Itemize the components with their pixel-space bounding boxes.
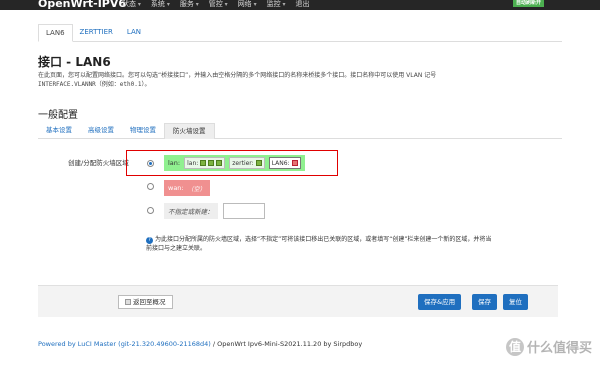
subtab-advanced[interactable]: 高级设置 xyxy=(80,123,122,139)
watermark-text: 什么值得买 xyxy=(526,341,592,356)
tab-lan6[interactable]: LAN6 xyxy=(38,24,73,42)
radio-zone-wan[interactable] xyxy=(147,183,154,190)
footer-text: / OpenWrt Ipv6-Mini-S2021.11.20 by Sirpd… xyxy=(210,340,363,348)
tab-zerttier[interactable]: ZERTTIER xyxy=(73,24,120,42)
highlight-box xyxy=(126,150,338,176)
reset-button[interactable]: 复位 xyxy=(503,294,528,310)
footer: Powered by LuCI Master (git-21.320.49600… xyxy=(38,340,362,348)
back-button-label: 返回至概况 xyxy=(133,298,166,306)
watermark: 值 什么值得买 xyxy=(505,337,592,356)
firewall-zone-label: 创建/分配防火墙区域 xyxy=(68,159,129,167)
menu-network[interactable]: 网络 xyxy=(238,0,257,9)
top-navbar: OpenWrt-IPV6 状态 系统 服务 管控 网络 监控 退出 自动刷新开 xyxy=(0,0,600,10)
subtab-physical[interactable]: 物理设置 xyxy=(122,123,164,139)
info-icon: ? xyxy=(146,237,153,244)
zone-new-label: 不指定或新建： xyxy=(168,208,214,216)
menu-system[interactable]: 系统 xyxy=(151,0,170,9)
save-apply-button[interactable]: 保存&应用 xyxy=(418,294,462,310)
menu-logout[interactable]: 退出 xyxy=(296,0,310,9)
config-subtabs: 基本设置 高级设置 物理设置 防火墙设置 xyxy=(38,123,562,139)
top-menu: 状态 系统 服务 管控 网络 监控 退出 xyxy=(122,0,320,9)
subtab-firewall[interactable]: 防火墙设置 xyxy=(164,123,215,139)
page-title: 接口 - LAN6 xyxy=(38,55,111,69)
back-icon xyxy=(125,299,131,305)
brand-title[interactable]: OpenWrt-IPV6 xyxy=(38,0,126,10)
description-line-1: 在此页面，您可以配置网络接口。您可以勾选“桥接接口”，并输入由空格分隔的多个网络… xyxy=(38,72,437,79)
menu-control[interactable]: 管控 xyxy=(209,0,228,9)
zone-wan-empty: （空） xyxy=(187,185,206,193)
interface-tabs: LAN6 ZERTTIER LAN xyxy=(38,24,562,42)
auto-refresh-badge[interactable]: 自动刷新开 xyxy=(512,0,544,7)
zone-wan-option[interactable]: wan: （空） xyxy=(164,180,210,196)
zone-new-option[interactable]: 不指定或新建： xyxy=(164,203,218,219)
new-zone-input[interactable] xyxy=(223,203,265,219)
section-title: 一般配置 xyxy=(38,110,78,121)
tab-lan[interactable]: LAN xyxy=(120,24,148,42)
back-to-overview-button[interactable]: 返回至概况 xyxy=(118,295,173,309)
zone-wan-name: wan: xyxy=(168,184,184,192)
action-bar: 返回至概况 保存&应用 保存 复位 xyxy=(38,285,558,317)
save-button[interactable]: 保存 xyxy=(472,294,497,310)
firewall-help-text: ? 为此接口分配所属的防火墙区域，选择“不指定”可将该接口移出已关联的区域，或者填… xyxy=(146,235,556,253)
page-description: 在此页面，您可以配置网络接口。您可以勾选“桥接接口”，并输入由空格分隔的多个网络… xyxy=(38,71,558,89)
description-line-2: INTERFACE.VLANNR（例如：eth0.1）。 xyxy=(38,81,151,88)
luci-link[interactable]: Powered by LuCI Master (git-21.320.49600… xyxy=(38,340,211,348)
help-line-1: 为此接口分配所属的防火墙区域，选择“不指定”可将该接口移出已关联的区域，或者填写… xyxy=(155,236,492,243)
menu-services[interactable]: 服务 xyxy=(180,0,199,9)
watermark-logo-icon: 值 xyxy=(505,337,524,356)
menu-status[interactable]: 状态 xyxy=(122,0,141,9)
radio-zone-new[interactable] xyxy=(147,207,154,214)
menu-monitor[interactable]: 监控 xyxy=(267,0,286,9)
help-line-2: 前接口与之建立关联。 xyxy=(146,245,207,252)
subtab-basic[interactable]: 基本设置 xyxy=(38,123,80,139)
